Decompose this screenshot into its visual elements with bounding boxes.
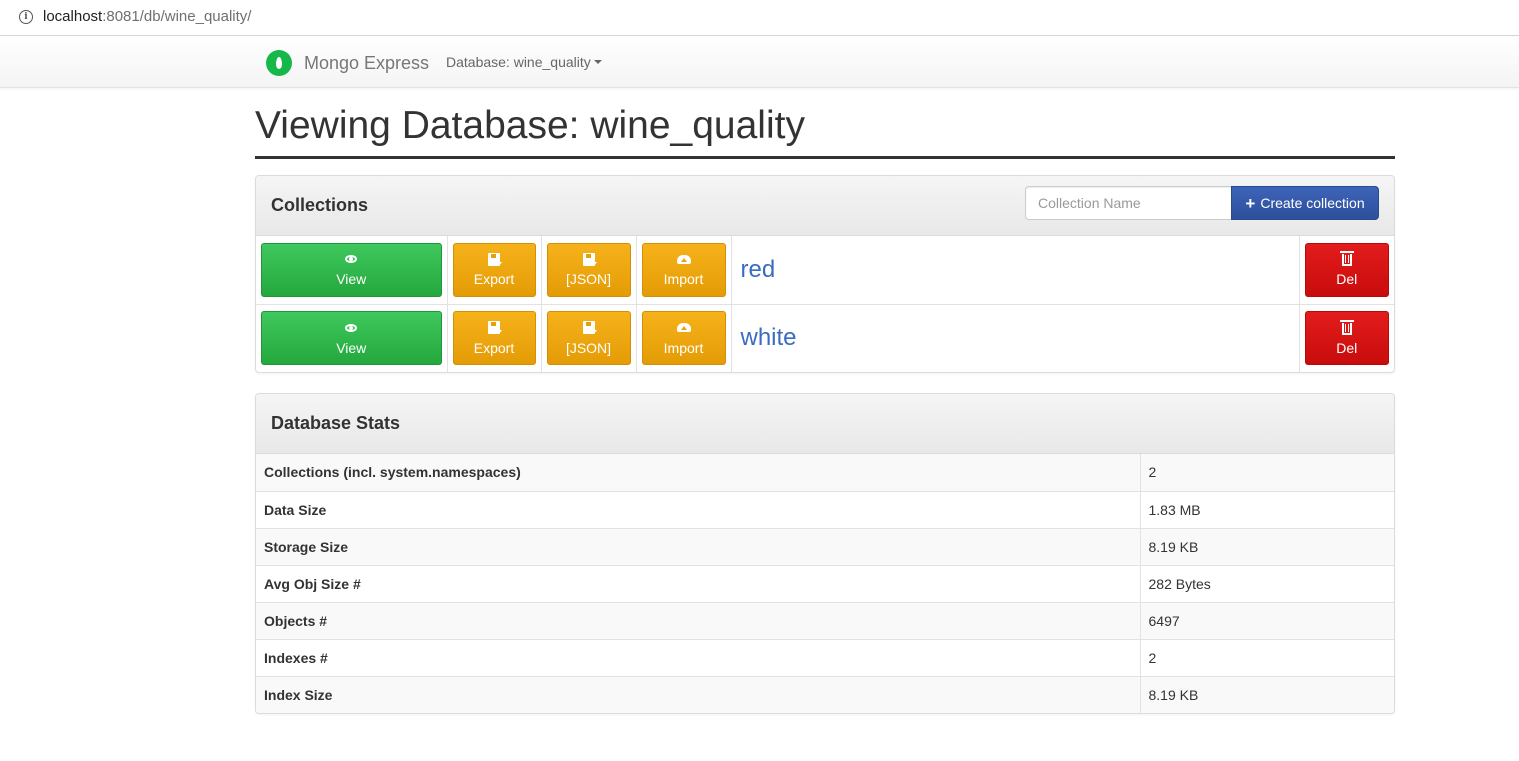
cloud-upload-icon xyxy=(676,254,691,264)
url-host: localhost xyxy=(43,8,103,25)
export-label: Export xyxy=(473,271,515,288)
stat-value: 8.19 KB xyxy=(1140,675,1394,713)
create-collection-label: Create collection xyxy=(1260,195,1365,211)
database-dropdown[interactable]: Database: wine_quality xyxy=(446,54,602,70)
stat-value: 2 xyxy=(1140,638,1394,676)
collections-title: Collections xyxy=(271,195,369,215)
stat-label: Index Size xyxy=(256,675,1141,713)
trash-icon xyxy=(1339,251,1354,267)
stat-value: 6497 xyxy=(1140,601,1394,639)
stats-row: Data Size 1.83 MB xyxy=(256,490,1394,528)
stats-row: Index Size 8.19 KB xyxy=(256,675,1394,713)
export-json-button[interactable]: [JSON] xyxy=(546,242,631,297)
save-download-icon xyxy=(582,252,597,266)
export-button[interactable]: Export xyxy=(452,311,536,366)
export-json-button[interactable]: [JSON] xyxy=(546,311,631,366)
collections-panel-heading: Collections + Create collection xyxy=(256,176,1394,236)
stats-panel-heading: Database Stats xyxy=(256,394,1394,454)
stat-label: Storage Size xyxy=(256,527,1141,565)
collections-table: View Export [JSON] Import red Del View E… xyxy=(256,236,1394,372)
stat-label: Collections (incl. system.namespaces) xyxy=(256,454,1141,491)
create-collection-form: + Create collection xyxy=(1025,186,1379,220)
import-button[interactable]: Import xyxy=(641,311,726,366)
stats-row: Avg Obj Size #282 Bytes xyxy=(256,564,1394,602)
view-button[interactable]: View xyxy=(261,242,442,297)
browser-address-bar[interactable]: i localhost:8081/db/wine_quality/ xyxy=(0,0,1519,36)
top-navbar: Mongo Express Database: wine_quality xyxy=(0,37,1519,88)
caret-down-icon xyxy=(593,60,602,64)
cloud-upload-icon xyxy=(676,323,691,333)
stat-value: 1.83 MB xyxy=(1140,490,1394,528)
view-label: View xyxy=(336,339,367,356)
brand-link[interactable]: Mongo Express xyxy=(266,50,429,76)
url-path: :8081/db/wine_quality/ xyxy=(102,8,252,25)
collection-name-input[interactable] xyxy=(1025,186,1231,220)
collection-name-link[interactable]: red xyxy=(737,256,776,283)
import-label: Import xyxy=(663,339,704,356)
save-download-icon xyxy=(488,252,502,266)
address-url[interactable]: localhost:8081/db/wine_quality/ xyxy=(43,8,251,25)
view-label: View xyxy=(336,271,367,288)
delete-label: Del xyxy=(1336,339,1358,356)
delete-button[interactable]: Del xyxy=(1304,311,1389,366)
view-button[interactable]: View xyxy=(261,311,442,366)
import-label: Import xyxy=(663,271,704,288)
stats-table: Collections (incl. system.namespaces) 2 D… xyxy=(256,454,1394,713)
stat-label: Data Size xyxy=(256,490,1141,528)
json-label: [JSON] xyxy=(565,271,612,288)
stat-value: 282 Bytes xyxy=(1140,564,1394,602)
json-label: [JSON] xyxy=(565,339,612,356)
stats-row: Objects #6497 xyxy=(256,601,1394,639)
page-title: Viewing Database: wine_quality xyxy=(255,104,805,147)
mongo-leaf-icon xyxy=(266,50,292,76)
site-info-icon[interactable]: i xyxy=(19,10,33,24)
stats-row: Indexes #2 xyxy=(256,638,1394,676)
collections-panel: Collections + Create collection View Exp… xyxy=(255,175,1395,373)
collection-row: View Export [JSON] Import xyxy=(256,303,1394,372)
save-download-icon xyxy=(582,321,597,335)
plus-icon: + xyxy=(1245,193,1256,213)
delete-button[interactable]: Del xyxy=(1304,242,1389,297)
export-label: Export xyxy=(473,339,515,356)
collection-name-link[interactable]: white xyxy=(737,324,797,351)
stat-value: 8.19 KB xyxy=(1140,527,1394,565)
stats-row: Storage Size 8.19 KB xyxy=(256,527,1394,565)
import-button[interactable]: Import xyxy=(641,242,726,297)
stat-label: Objects # xyxy=(256,601,1141,639)
eye-icon xyxy=(345,255,358,264)
export-button[interactable]: Export xyxy=(452,242,536,297)
delete-label: Del xyxy=(1336,271,1358,288)
stat-label: Indexes # xyxy=(256,638,1141,676)
create-collection-button[interactable]: + Create collection xyxy=(1231,186,1379,220)
save-download-icon xyxy=(488,321,502,335)
stat-label: Avg Obj Size # xyxy=(256,564,1141,602)
database-dropdown-label: Database: wine_quality xyxy=(446,54,591,70)
eye-icon xyxy=(345,323,358,332)
trash-icon xyxy=(1339,319,1354,335)
stats-title: Database Stats xyxy=(271,413,401,433)
collection-row: View Export [JSON] Import xyxy=(256,236,1394,304)
brand-name: Mongo Express xyxy=(304,52,430,73)
stat-value: 2 xyxy=(1140,454,1394,491)
title-divider xyxy=(255,156,1395,159)
database-stats-panel: Database Stats Collections (incl. system… xyxy=(255,393,1395,714)
stats-row: Collections (incl. system.namespaces) 2 xyxy=(256,454,1394,491)
